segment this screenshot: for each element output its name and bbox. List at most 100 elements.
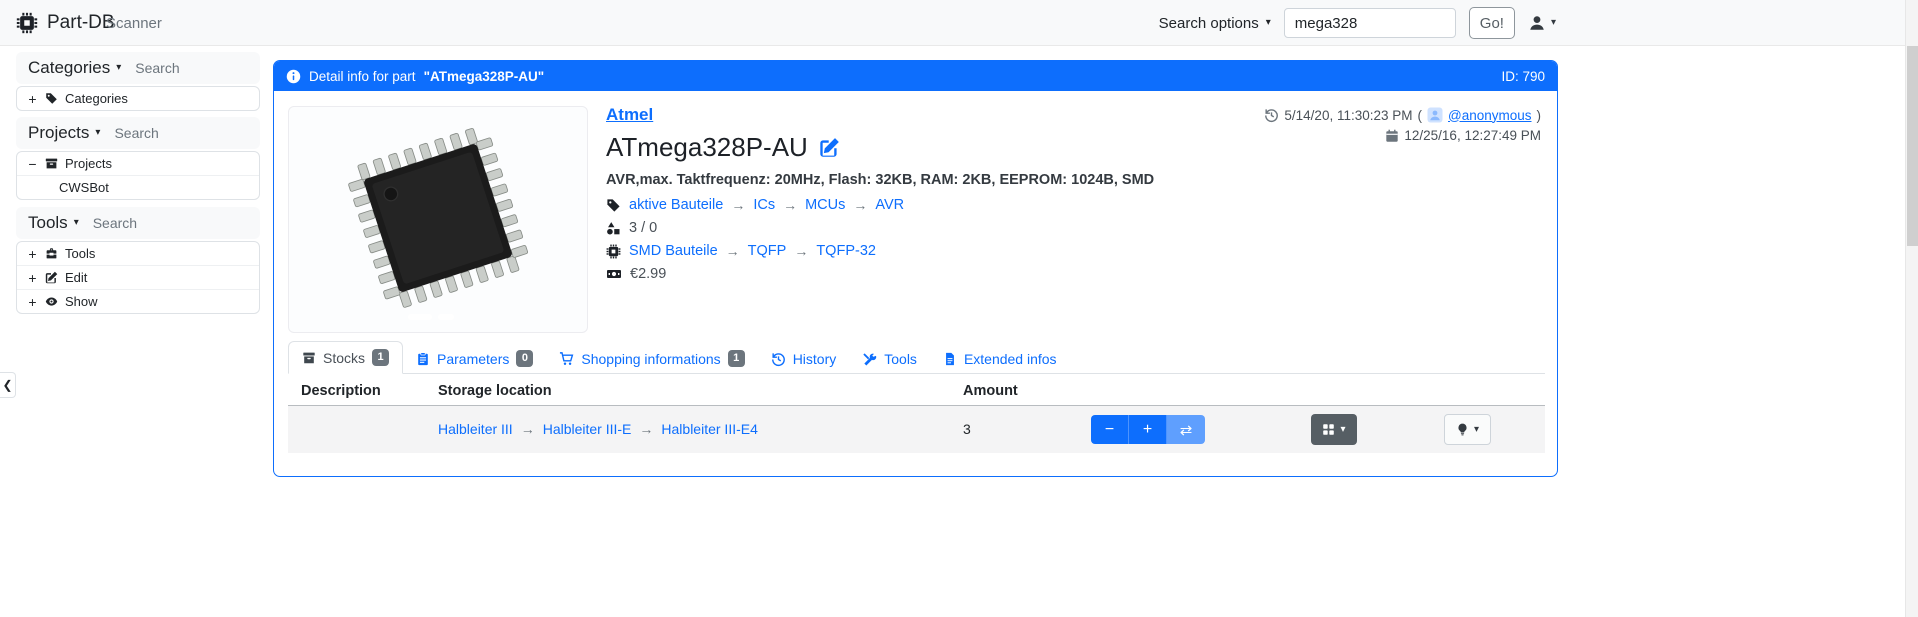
tab-stocks[interactable]: Stocks 1 (288, 341, 403, 374)
chip-photo (296, 114, 580, 326)
chevron-left-icon: ❮ (2, 378, 12, 392)
arrow-right-icon: → (726, 243, 740, 259)
tab-badge: 0 (516, 350, 533, 367)
tree-item-label: CWSBot (59, 180, 109, 195)
tree-item-label: Edit (65, 270, 87, 285)
projects-dropdown[interactable]: Projects ▾ (28, 123, 100, 143)
paren: ( (1418, 108, 1423, 123)
chevron-down-icon: ▾ (74, 218, 79, 228)
tag-icon (606, 198, 621, 213)
expand-icon[interactable]: + (27, 294, 38, 310)
categories-dropdown[interactable]: Categories ▾ (28, 58, 121, 78)
box-icon (302, 351, 316, 365)
storage-location-link[interactable]: Halbleiter III-E (543, 421, 632, 437)
part-id-badge: ID: 790 (1501, 69, 1545, 84)
swap-arrows-icon: ⇄ (1180, 421, 1193, 439)
tab-label: Parameters (437, 351, 509, 367)
arrow-right-icon: → (794, 243, 808, 259)
category-link[interactable]: aktive Bauteile (629, 197, 723, 213)
footprint-link[interactable]: SMD Bauteile (629, 243, 718, 259)
category-link[interactable]: AVR (875, 197, 904, 213)
tree-item-edit[interactable]: + Edit (17, 265, 259, 289)
category-link[interactable]: MCUs (805, 197, 845, 213)
alert-part-name: "ATmega328P-AU" (424, 69, 545, 84)
led-locate-dropdown[interactable]: ▾ (1444, 414, 1491, 445)
withdraw-stock-button[interactable]: − (1091, 415, 1129, 444)
col-header-amount: Amount (963, 383, 1018, 399)
chevron-down-icon: ▾ (1551, 18, 1556, 28)
expand-icon[interactable]: + (27, 246, 38, 262)
search-go-button[interactable]: Go! (1469, 7, 1515, 39)
storage-location-link[interactable]: Halbleiter III-E4 (661, 421, 757, 437)
scrollbar-thumb[interactable] (1907, 46, 1918, 246)
tree-item-categories[interactable]: + Categories (17, 87, 259, 110)
tree-item-label: Tools (65, 246, 95, 261)
arrow-right-icon: → (783, 197, 797, 213)
label-generator-dropdown[interactable]: ▾ (1311, 414, 1357, 445)
move-stock-button[interactable]: ⇄ (1167, 415, 1205, 444)
storage-location-breadcrumb: Halbleiter III → Halbleiter III-E → Halb… (438, 421, 758, 437)
part-image[interactable] (288, 106, 588, 333)
archive-box-icon (45, 157, 58, 170)
tab-history[interactable]: History (758, 344, 850, 374)
search-options-label: Search options (1159, 15, 1259, 32)
global-search-input[interactable] (1284, 8, 1456, 38)
user-menu-dropdown[interactable]: ▾ (1528, 14, 1556, 32)
part-info-column: Atmel ATmega328P-AU AVR,max. Taktfrequen… (606, 105, 1154, 289)
tree-item-show[interactable]: + Show (17, 289, 259, 313)
arrow-right-icon: → (853, 197, 867, 213)
tree-item-projects[interactable]: − Projects (17, 152, 259, 175)
nav-link-scanner[interactable]: Scanner (106, 0, 162, 46)
lightbulb-icon (1456, 423, 1469, 436)
expand-icon[interactable]: + (27, 91, 38, 107)
expand-icon[interactable]: + (27, 270, 38, 286)
price-value: €2.99 (630, 266, 666, 282)
sidebar-collapse-toggle[interactable]: ❮ (0, 372, 16, 398)
tools-section-header: Tools ▾ (16, 207, 260, 239)
brand-home-link[interactable]: Part-DB (16, 0, 115, 46)
tools-tree: + Tools + Edit + Show (16, 241, 260, 314)
storage-location-link[interactable]: Halbleiter III (438, 421, 513, 437)
category-breadcrumb: aktive Bauteile → ICs → MCUs → AVR (606, 197, 1154, 213)
category-link[interactable]: ICs (753, 197, 775, 213)
add-stock-button[interactable]: + (1129, 415, 1167, 444)
tab-tools[interactable]: Tools (849, 344, 930, 374)
projects-search-input[interactable] (112, 124, 248, 142)
collapse-icon[interactable]: − (27, 156, 38, 172)
footprint-link[interactable]: TQFP-32 (816, 243, 876, 259)
tree-item-tools[interactable]: + Tools (17, 242, 259, 265)
window-scrollbar[interactable] (1905, 0, 1918, 617)
tab-shopping-informations[interactable]: Shopping informations 1 (546, 343, 757, 374)
tab-label: History (793, 351, 837, 367)
eye-icon (45, 295, 58, 308)
info-circle-icon (286, 69, 301, 84)
part-tabs: Stocks 1 Parameters 0 Shopping informati… (288, 341, 1545, 374)
part-name: ATmega328P-AU (606, 132, 808, 163)
money-bill-icon (606, 266, 622, 282)
price-row: €2.99 (606, 266, 1154, 282)
tab-badge: 1 (372, 349, 389, 366)
arrow-right-icon: → (731, 197, 745, 213)
edit-icon (45, 271, 58, 284)
search-options-dropdown[interactable]: Search options ▾ (1159, 15, 1271, 32)
file-lines-icon (943, 352, 957, 366)
manufacturer-link[interactable]: Atmel (606, 105, 653, 125)
tab-extended-infos[interactable]: Extended infos (930, 344, 1070, 374)
categories-search-input[interactable] (133, 59, 248, 77)
last-modified-row: 5/14/20, 11:30:23 PM ( @anonymous ) (1264, 107, 1541, 123)
tree-item-cwsbot[interactable]: CWSBot (17, 175, 259, 199)
history-icon (1264, 108, 1279, 123)
modified-user-link[interactable]: @anonymous (1448, 108, 1532, 123)
stock-stepper-group: − + ⇄ (1091, 415, 1205, 444)
arrow-right-icon: → (639, 421, 653, 437)
tab-parameters[interactable]: Parameters 0 (403, 343, 546, 374)
tools-dropdown[interactable]: Tools ▾ (28, 213, 79, 233)
arrow-right-icon: → (521, 421, 535, 437)
edit-part-icon[interactable] (819, 137, 840, 158)
footprint-link[interactable]: TQFP (748, 243, 787, 259)
categories-section-header: Categories ▾ (16, 52, 260, 84)
plus-icon: + (1143, 421, 1152, 439)
stock-summary-row: 3 / 0 (606, 220, 1154, 236)
tools-search-input[interactable] (91, 214, 248, 232)
tab-label: Shopping informations (581, 351, 720, 367)
